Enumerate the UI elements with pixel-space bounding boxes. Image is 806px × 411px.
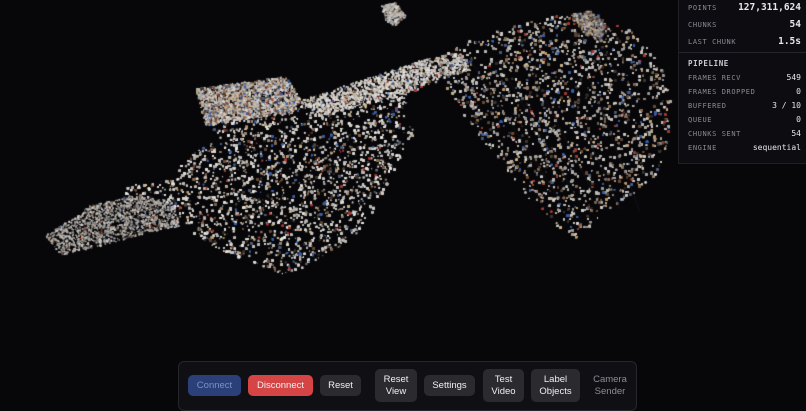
stat-points: POINTS 127,311,624 (688, 2, 801, 13)
reset-view-label-line2: View (385, 385, 407, 397)
stat-value: 1.5s (778, 36, 801, 47)
test-video-label-line1: Test (494, 373, 513, 385)
label-objects-label-line2: Objects (539, 385, 572, 397)
reset-label: Reset (328, 379, 353, 391)
pipeline-title: PIPELINE (688, 59, 729, 68)
stat-chunks: CHUNKS 54 (688, 19, 801, 30)
disconnect-label: Disconnect (257, 379, 304, 391)
stat-value: 127,311,624 (738, 2, 801, 13)
connect-button[interactable]: Connect (188, 375, 241, 396)
pipeline-value: 0 (796, 115, 801, 124)
pipeline-row: FRAMES DROPPED 0 (688, 87, 801, 96)
pipeline-value: 0 (796, 87, 801, 96)
pipeline-value: 3 / 10 (772, 101, 801, 110)
test-video-button[interactable]: Test Video (483, 369, 524, 402)
stat-label: CHUNKS (688, 20, 717, 29)
pipeline-label: FRAMES DROPPED (688, 87, 756, 96)
camera-sender-label-line1: Camera (593, 373, 627, 385)
stat-last-chunk: LAST CHUNK 1.5s (688, 36, 801, 47)
pipeline-label: ENGINE (688, 143, 717, 152)
pipeline-label: CHUNKS SENT (688, 129, 741, 138)
pipeline-label: QUEUE (688, 115, 713, 124)
pipeline-row: FRAMES RECV 549 (688, 73, 801, 82)
camera-sender-button[interactable]: Camera Sender (587, 369, 633, 402)
pipeline-row: QUEUE 0 (688, 115, 801, 124)
label-objects-label-line1: Label (543, 373, 568, 385)
pipeline-label: FRAMES RECV (688, 73, 741, 82)
reset-view-button[interactable]: Reset View (375, 369, 417, 402)
disconnect-button[interactable]: Disconnect (248, 375, 313, 396)
test-video-label-line2: Video (491, 385, 516, 397)
pipeline-row: BUFFERED 3 / 10 (688, 101, 801, 110)
camera-sender-label-line2: Sender (594, 385, 626, 397)
stat-label: LAST CHUNK (688, 37, 737, 46)
pipeline-row: CHUNKS SENT 54 (688, 129, 801, 138)
divider (679, 52, 806, 53)
pipeline-row: ENGINE sequential (688, 143, 801, 152)
control-toolbar: Connect Disconnect Reset Reset View Sett… (178, 361, 637, 411)
pipeline-label: BUFFERED (688, 101, 727, 110)
connect-label: Connect (196, 379, 233, 391)
reset-view-label-line1: Reset (383, 373, 409, 385)
pipeline-value: 54 (791, 129, 801, 138)
reset-button[interactable]: Reset (320, 375, 361, 396)
label-objects-button[interactable]: Label Objects (531, 369, 580, 402)
settings-label: Settings (432, 379, 467, 391)
pipeline-value: sequential (752, 143, 801, 152)
stat-label: POINTS (688, 3, 717, 12)
stats-panel: POINTS 127,311,624 CHUNKS 54 LAST CHUNK … (678, 0, 806, 164)
stat-value: 54 (789, 19, 801, 30)
settings-button[interactable]: Settings (424, 375, 475, 396)
pipeline-value: 549 (786, 73, 801, 82)
